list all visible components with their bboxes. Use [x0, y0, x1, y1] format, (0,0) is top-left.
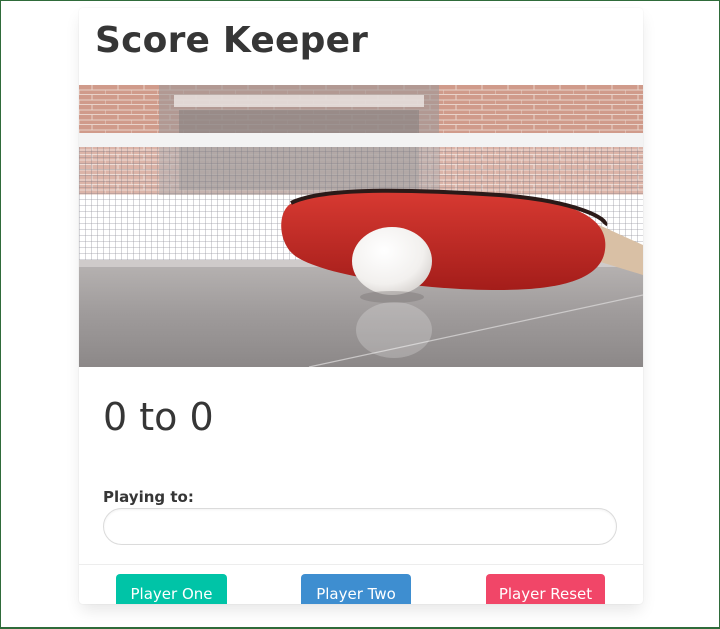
- ping-pong-image: [79, 85, 643, 367]
- player-reset-button[interactable]: Player Reset: [486, 574, 605, 604]
- score-display: 0 to 0: [103, 395, 214, 439]
- card-header: Score Keeper: [79, 8, 643, 85]
- playing-to-label: Playing to:: [103, 488, 194, 506]
- player-two-button[interactable]: Player Two: [301, 574, 411, 604]
- player-one-button[interactable]: Player One: [116, 574, 227, 604]
- page-title: Score Keeper: [95, 20, 369, 61]
- card-content: 0 to 0 Playing to:: [79, 367, 643, 564]
- card-footer: Player One Player Two Player Reset: [79, 564, 643, 604]
- score-keeper-card: Score Keeper 0 to 0 Playing to: Player O…: [79, 8, 643, 604]
- playing-to-input[interactable]: [103, 508, 617, 545]
